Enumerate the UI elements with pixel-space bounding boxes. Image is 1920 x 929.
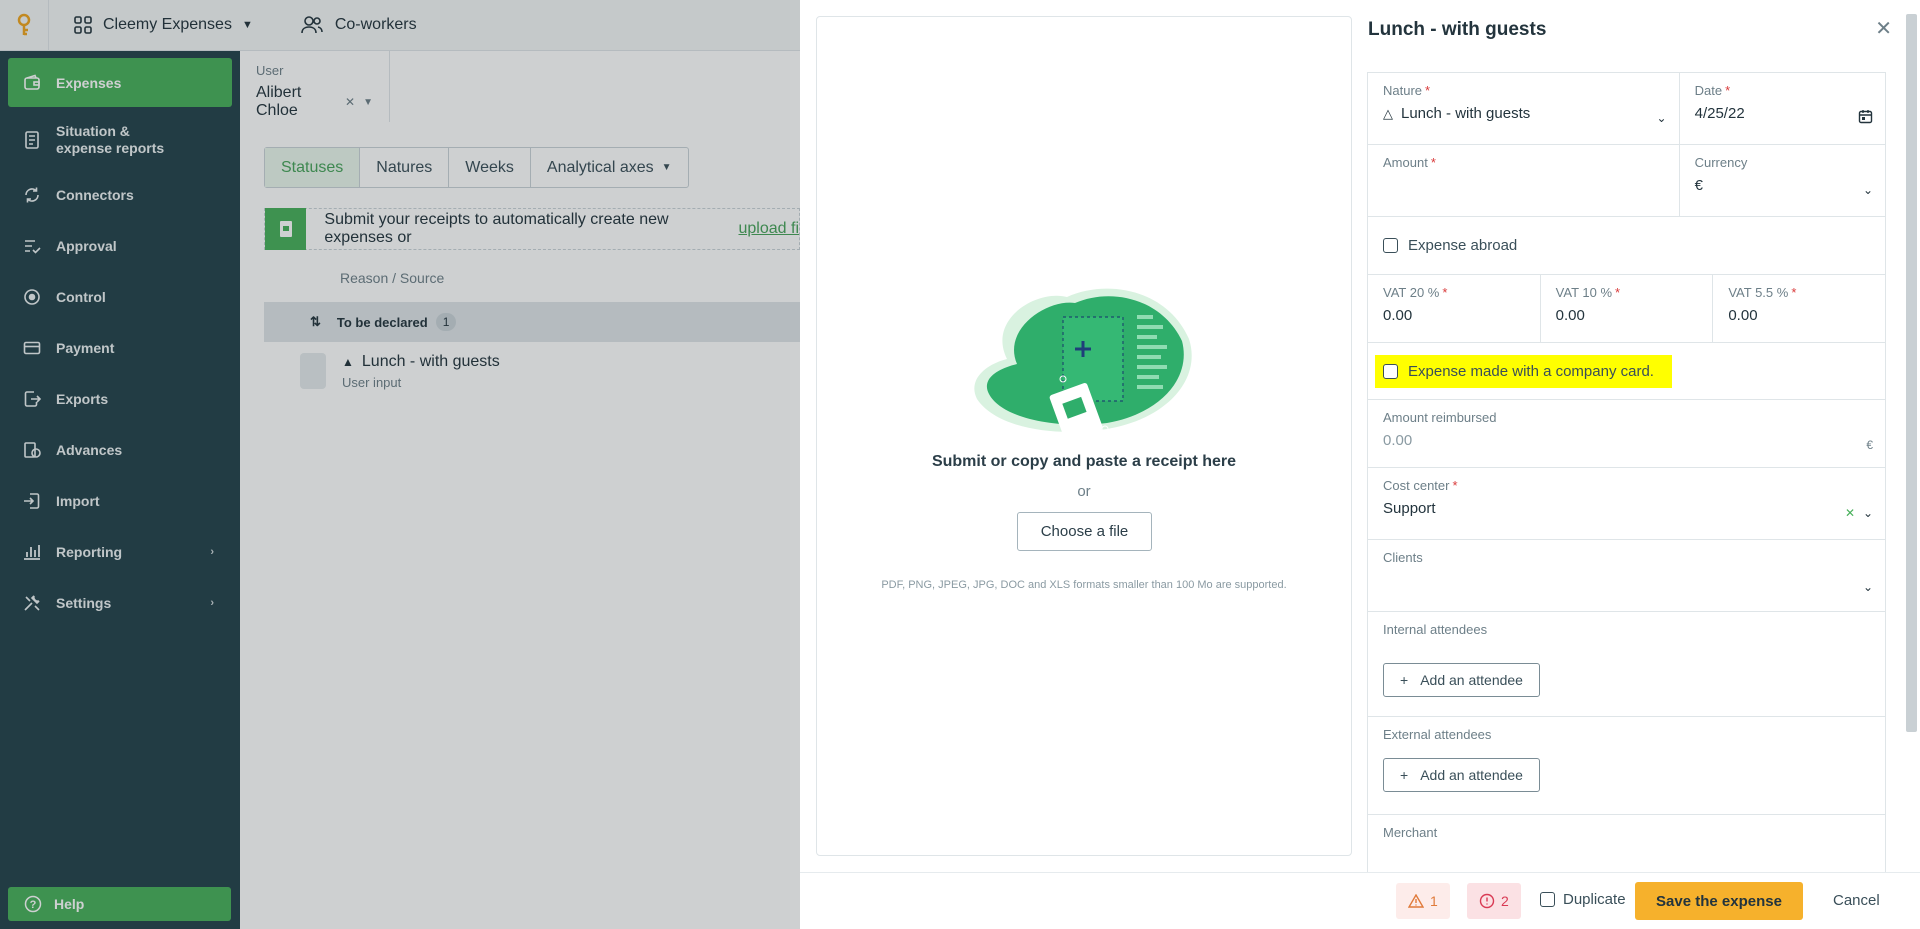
chevron-down-icon: ⌄ [1862, 183, 1873, 197]
required-mark: * [1791, 285, 1797, 300]
expense-modal: Submit or copy and paste a receipt here … [800, 0, 1920, 929]
receipt-or: or [1077, 483, 1091, 500]
date-label: Date [1694, 83, 1723, 98]
vat20-field[interactable]: VAT 20 % * 0.00 [1368, 275, 1540, 342]
external-attendees-section: External attendees + Add an attendee [1368, 717, 1885, 814]
currency-field[interactable]: Currency € ⌄ [1678, 145, 1885, 216]
vat55-value: 0.00 [1728, 307, 1758, 324]
vat10-field[interactable]: VAT 10 % * 0.00 [1539, 275, 1713, 342]
vat20-label: VAT 20 % [1383, 285, 1440, 300]
merchant-label: Merchant [1383, 825, 1438, 840]
nature-field[interactable]: Nature * △ Lunch - with guests ⌄ [1368, 73, 1679, 144]
amount-reimbursed-value: 0.00 [1383, 432, 1413, 449]
plus-icon: + [1400, 767, 1409, 783]
amount-field[interactable]: Amount * [1368, 145, 1679, 216]
external-attendees-label: External attendees [1383, 727, 1492, 742]
cost-center-value: Support [1383, 500, 1436, 517]
expense-abroad-checkbox[interactable]: Expense abroad [1383, 237, 1517, 254]
date-field[interactable]: Date * 4/25/22 [1678, 73, 1885, 144]
warnings-badge[interactable]: 1 [1396, 883, 1450, 919]
receipt-illustration-icon [974, 288, 1192, 442]
nature-icon: △ [1383, 105, 1393, 121]
amount-label: Amount [1383, 155, 1428, 170]
nature-label: Nature [1383, 83, 1423, 98]
add-internal-attendee-button[interactable]: + Add an attendee [1383, 663, 1540, 697]
required-mark: * [1615, 285, 1621, 300]
nature-value: Lunch - with guests [1401, 105, 1531, 122]
expense-form: Lunch - with guests ✕ Nature * △ Lunch - w… [1367, 0, 1900, 872]
errors-count: 2 [1501, 893, 1509, 909]
add-attendee-label: Add an attendee [1420, 767, 1523, 783]
choose-file-button[interactable]: Choose a file [1017, 512, 1152, 551]
save-expense-button[interactable]: Save the expense [1635, 882, 1803, 920]
add-attendee-label: Add an attendee [1420, 672, 1523, 688]
cancel-button[interactable]: Cancel [1833, 892, 1880, 909]
cost-center-label: Cost center [1383, 478, 1450, 493]
duplicate-label: Duplicate [1563, 891, 1626, 908]
checkbox-box[interactable] [1383, 238, 1398, 253]
clear-icon[interactable]: ✕ [1845, 506, 1855, 520]
vat20-value: 0.00 [1383, 307, 1413, 324]
required-mark: * [1430, 155, 1436, 170]
error-icon [1479, 893, 1495, 909]
amount-reimbursed-label: Amount reimbursed [1383, 410, 1497, 425]
required-mark: * [1425, 83, 1431, 98]
expense-abroad-label: Expense abroad [1408, 237, 1518, 254]
duplicate-checkbox[interactable]: Duplicate [1540, 891, 1626, 908]
internal-attendees-section: Internal attendees + Add an attendee [1368, 612, 1885, 716]
vat10-value: 0.00 [1555, 307, 1585, 324]
modal-footer: 1 2 Duplicate Save the expense Cancel [800, 872, 1920, 929]
required-mark: * [1725, 83, 1731, 98]
internal-attendees-label: Internal attendees [1383, 622, 1488, 637]
calendar-icon[interactable] [1858, 109, 1873, 124]
vat55-field[interactable]: VAT 5.5 % * 0.00 [1712, 275, 1885, 342]
supported-formats-text: PDF, PNG, JPEG, JPG, DOC and XLS formats… [881, 579, 1287, 591]
warnings-count: 1 [1430, 893, 1438, 909]
currency-label: Currency [1694, 155, 1748, 170]
date-value: 4/25/22 [1694, 105, 1745, 122]
chevron-down-icon: ⌄ [1862, 580, 1873, 594]
checkbox-box[interactable] [1540, 892, 1555, 907]
cost-center-field[interactable]: Cost center * Support ✕ ⌄ [1368, 468, 1885, 539]
plus-icon: + [1400, 672, 1409, 688]
form-scrollbar[interactable] [1906, 14, 1917, 732]
add-external-attendee-button[interactable]: + Add an attendee [1383, 758, 1540, 792]
required-mark: * [1442, 285, 1448, 300]
close-icon[interactable]: ✕ [1875, 16, 1892, 41]
errors-badge[interactable]: 2 [1467, 883, 1521, 919]
receipt-prompt: Submit or copy and paste a receipt here [931, 453, 1237, 470]
vat55-label: VAT 5.5 % [1728, 285, 1789, 300]
reimbursed-currency: € [1866, 438, 1873, 452]
clients-field[interactable]: Clients ⌄ [1368, 540, 1885, 611]
receipt-drop-zone[interactable]: Submit or copy and paste a receipt here … [816, 16, 1352, 856]
required-mark: * [1452, 478, 1458, 493]
chevron-down-icon: ⌄ [1862, 506, 1873, 520]
amount-reimbursed-field: Amount reimbursed 0.00 € [1368, 400, 1885, 467]
checkbox-box[interactable] [1383, 363, 1398, 379]
warning-icon [1408, 894, 1424, 908]
modal-backdrop[interactable] [0, 0, 800, 929]
company-card-checkbox[interactable]: Expense made with a company card. [1375, 354, 1672, 388]
chevron-down-icon: ⌄ [1656, 111, 1667, 125]
vat10-label: VAT 10 % [1555, 285, 1613, 300]
merchant-field[interactable]: Merchant [1368, 815, 1885, 872]
currency-value: € [1694, 177, 1703, 194]
clients-label: Clients [1383, 550, 1423, 565]
company-card-label: Expense made with a company card. [1408, 362, 1654, 380]
form-grid: Nature * △ Lunch - with guests ⌄ Date * 4/2… [1367, 72, 1886, 872]
form-title: Lunch - with guests [1368, 19, 1547, 40]
